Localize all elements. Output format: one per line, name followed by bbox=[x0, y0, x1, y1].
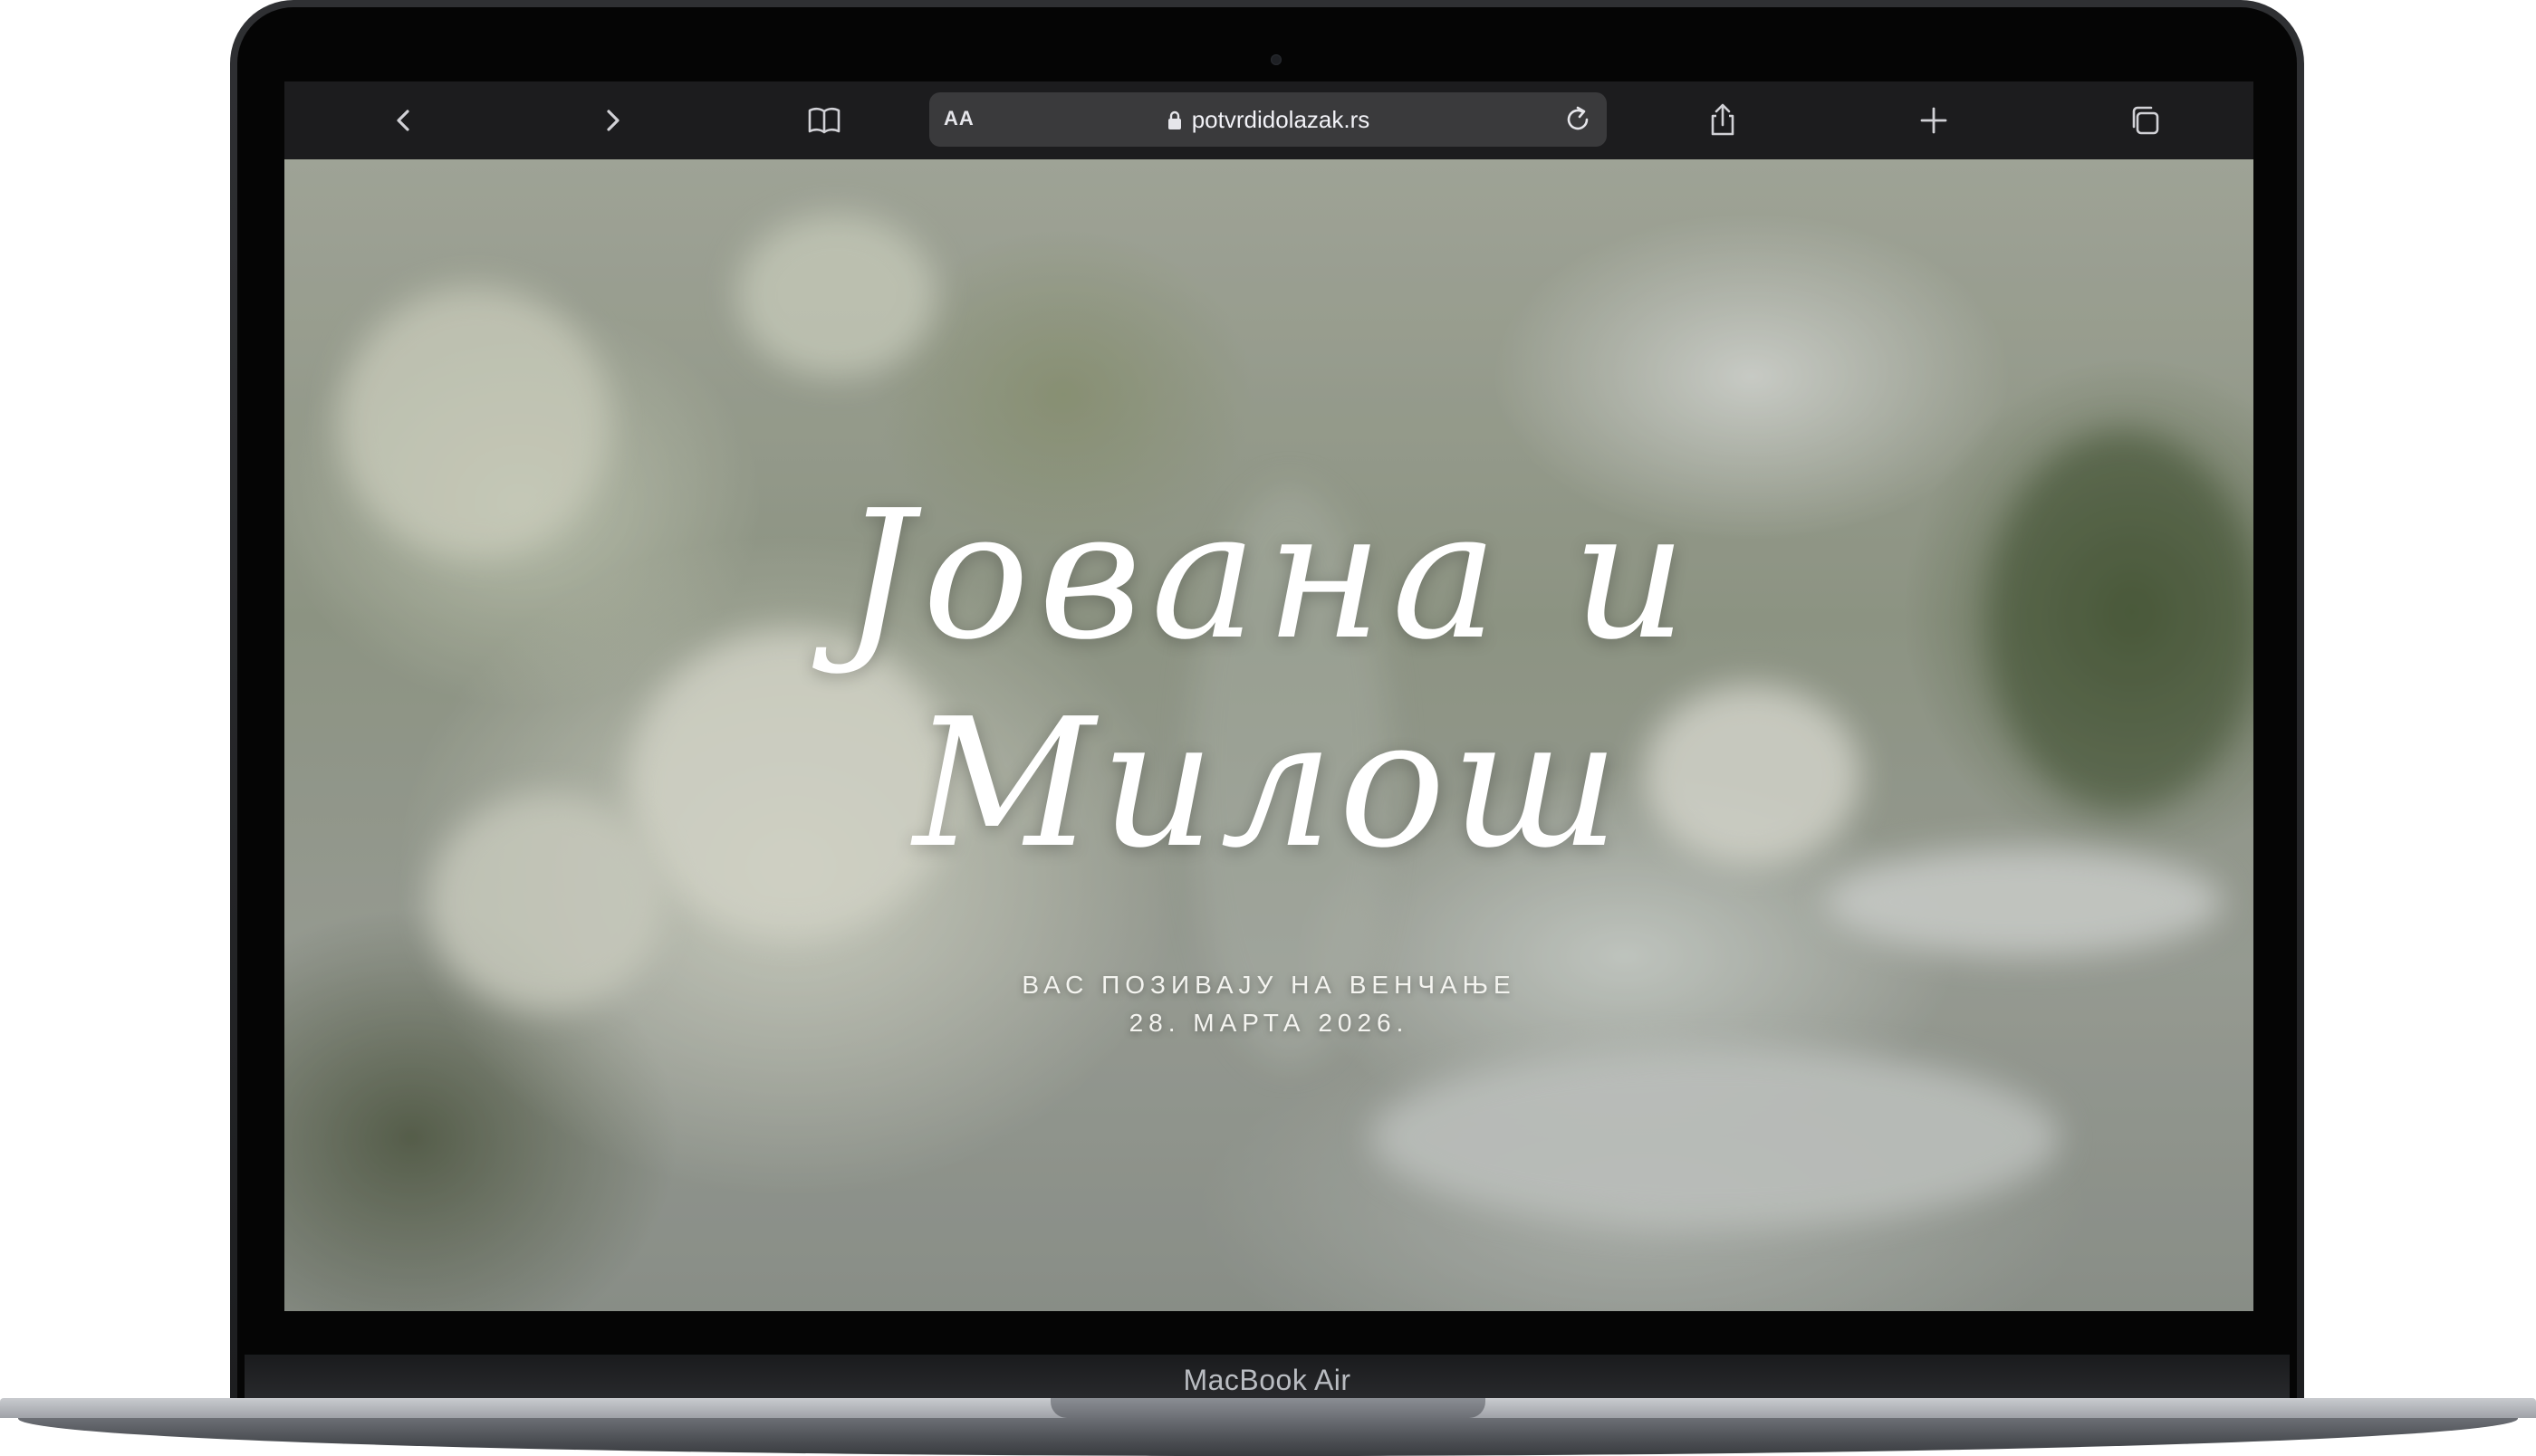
browser-toolbar: AA potvrdidolazak.rs bbox=[284, 81, 2253, 159]
book-icon bbox=[808, 107, 841, 134]
base-body bbox=[18, 1418, 2518, 1456]
tabs-overview-button[interactable] bbox=[2123, 99, 2166, 142]
chevron-right-icon bbox=[607, 110, 620, 131]
chevron-left-icon bbox=[397, 110, 409, 131]
laptop-screen: AA potvrdidolazak.rs Јована и Милош ВАС … bbox=[284, 81, 2253, 1311]
couple-names-line2: Милош bbox=[913, 681, 1625, 887]
reload-button[interactable] bbox=[1560, 101, 1596, 138]
hero-content: Јована и Милош ВАС ПОЗИВАЈУ НА ВЕНЧАЊЕ 2… bbox=[284, 159, 2253, 1311]
couple-names-line1: Јована и bbox=[842, 473, 1695, 679]
device-label: MacBook Air bbox=[1183, 1363, 1351, 1396]
share-button[interactable] bbox=[1701, 99, 1744, 142]
laptop-base bbox=[0, 1398, 2536, 1456]
share-icon bbox=[1711, 103, 1734, 136]
wedding-date: 28. МАРТА 2026. bbox=[1129, 1009, 1409, 1037]
bookmarks-button[interactable] bbox=[802, 99, 846, 142]
forward-button[interactable] bbox=[591, 99, 634, 142]
lock-icon bbox=[1167, 110, 1183, 130]
address-bar[interactable]: AA potvrdidolazak.rs bbox=[929, 92, 1607, 147]
hero-background-photo: Јована и Милош ВАС ПОЗИВАЈУ НА ВЕНЧАЊЕ 2… bbox=[284, 159, 2253, 1311]
invitation-text: ВАС ПОЗИВАЈУ НА ВЕНЧАЊЕ bbox=[1022, 971, 1516, 999]
new-tab-button[interactable] bbox=[1912, 99, 1955, 142]
camera-icon bbox=[1271, 54, 1282, 65]
screenshot-stage: MacBook Air AA potvrdidolazak.rs Јована … bbox=[0, 0, 2536, 1456]
back-button[interactable] bbox=[382, 99, 426, 142]
url-text: potvrdidolazak.rs bbox=[1191, 106, 1370, 133]
tabs-icon bbox=[2132, 106, 2159, 135]
plus-icon bbox=[1920, 107, 1947, 134]
opening-notch bbox=[1051, 1398, 1485, 1418]
url-display: potvrdidolazak.rs bbox=[929, 106, 1607, 134]
reload-icon bbox=[1567, 106, 1589, 130]
